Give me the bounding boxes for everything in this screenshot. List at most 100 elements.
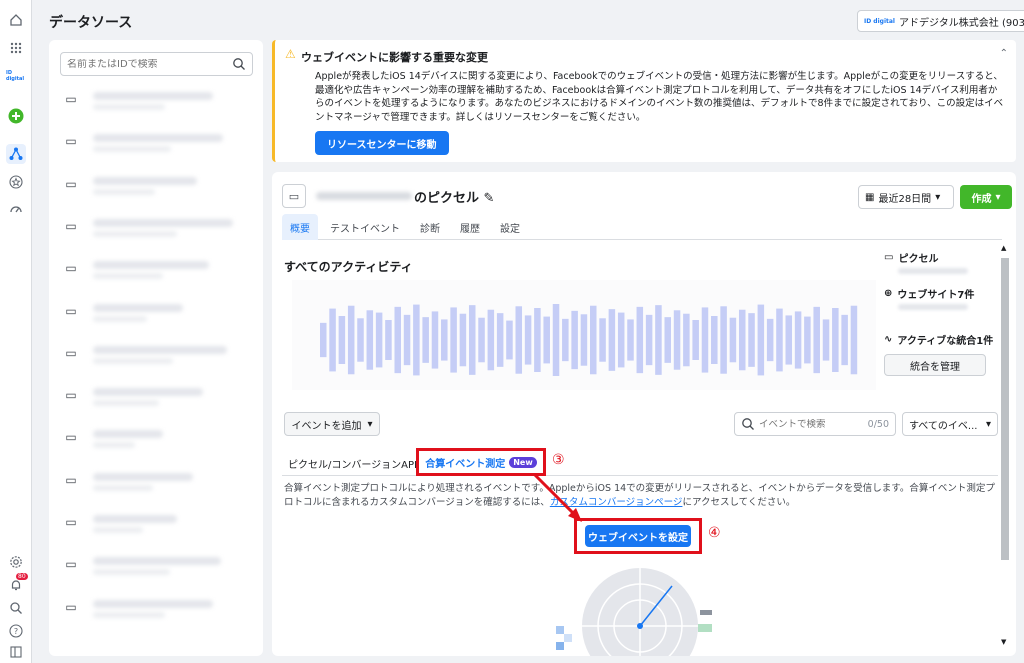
activity-bar (552, 304, 560, 376)
activity-bar (496, 313, 504, 367)
warning-icon: ⚠ (285, 47, 296, 61)
row-id-redacted (93, 442, 135, 449)
data-source-row[interactable]: ▭ (59, 332, 253, 374)
collapse-icon[interactable]: ⌃ (1000, 48, 1008, 59)
events-manager-icon[interactable] (6, 144, 26, 164)
scrollbar-thumb[interactable] (1001, 258, 1009, 560)
data-source-search-input[interactable] (67, 58, 232, 70)
tab-aggregated-event-measurement[interactable]: 合算イベント測定 New (416, 448, 546, 476)
activity-bar (738, 309, 746, 371)
gauge-icon[interactable] (6, 200, 26, 220)
data-source-row[interactable]: ▭ (59, 120, 253, 162)
caret-down-icon: ▾ (985, 418, 991, 430)
row-name-redacted (93, 303, 183, 312)
activity-bar (794, 311, 802, 369)
star-icon[interactable] (6, 172, 26, 192)
account-name: アドデジタル株式会社 (9035503... (898, 17, 1024, 29)
add-event-button[interactable]: イベントを追加 ▾ (284, 412, 380, 436)
activity-bar (329, 308, 336, 372)
tab-overview[interactable]: 概要 (282, 214, 318, 240)
date-range-selector[interactable]: ▦ 最近28日間 ▾ (858, 185, 954, 209)
tab-diagnostics[interactable]: 診断 (412, 214, 448, 240)
pixel-name-redacted (316, 192, 412, 200)
notice-body: Appleが発表したiOS 14デバイスに関する変更により、Facebookでの… (315, 71, 1004, 123)
data-source-row[interactable]: ▭ (59, 247, 253, 289)
row-id-redacted (93, 400, 159, 407)
pixel-info-row: ▭ ピクセル (884, 252, 939, 265)
activity-bar (422, 317, 429, 363)
activity-bar (450, 307, 457, 373)
scroll-down-icon[interactable]: ▼ (1001, 638, 1006, 646)
create-button[interactable]: 作成 ▾ (960, 185, 1012, 209)
activity-bar (636, 306, 644, 374)
settings-icon[interactable] (6, 552, 26, 572)
monitor-icon: ▭ (65, 599, 77, 614)
data-source-row[interactable]: ▭ (59, 374, 253, 416)
help-icon[interactable]: ? (6, 621, 26, 641)
setup-web-events-button[interactable]: ウェブイベントを設定 (585, 525, 691, 547)
activity-title: すべてのアクティビティ (284, 260, 413, 274)
data-source-row[interactable]: ▭ (59, 416, 253, 458)
row-name-redacted (93, 599, 213, 608)
row-name-redacted (93, 430, 163, 439)
data-source-row[interactable]: ▭ (59, 586, 253, 628)
activity-bar (617, 312, 625, 368)
data-source-row[interactable]: ▭ (59, 501, 253, 543)
data-source-row[interactable]: ▭ (59, 290, 253, 332)
activity-bar (711, 316, 718, 364)
activity-bar (524, 315, 532, 365)
activity-bar (487, 309, 495, 371)
activity-bar (357, 318, 364, 362)
event-search-count: 0/50 (867, 418, 889, 430)
search-icon[interactable] (6, 598, 26, 618)
home-icon[interactable] (6, 10, 26, 30)
data-source-row[interactable]: ▭ (59, 459, 253, 501)
edit-pencil-icon[interactable]: ✎ (484, 191, 495, 206)
apps-grid-icon[interactable] (6, 38, 26, 58)
scroll-up-icon[interactable]: ▲ (1001, 244, 1006, 252)
data-source-row[interactable]: ▭ (59, 78, 253, 120)
data-source-search[interactable] (60, 52, 253, 76)
brand-logo: ID digital (6, 70, 25, 82)
notice-title: ウェブイベントに影響する重要な変更 (301, 51, 488, 64)
row-id-redacted (93, 315, 147, 322)
data-source-row[interactable]: ▭ (59, 543, 253, 585)
activity-bar (822, 319, 830, 361)
activity-bar (320, 322, 327, 358)
monitor-icon: ▭ (65, 261, 77, 276)
create-plus-icon[interactable] (6, 106, 26, 126)
new-badge: New (509, 456, 537, 468)
row-id-redacted (93, 527, 144, 533)
tab-test-events[interactable]: テストイベント (322, 214, 408, 240)
row-name-redacted (93, 388, 203, 397)
event-filter-select[interactable]: すべてのイベ... ▾ (902, 412, 998, 436)
activity-bar (515, 306, 523, 374)
event-search-input[interactable] (759, 418, 864, 430)
event-search[interactable]: 0/50 (734, 412, 896, 436)
resource-center-button[interactable]: リソースセンターに移動 (315, 131, 449, 155)
page-title: データソース (49, 15, 133, 31)
notifications-icon[interactable]: 80 (6, 573, 28, 595)
ios14-notice: ⚠ ウェブイベントに影響する重要な変更 ⌃ Appleが発表したiOS 14デバ… (272, 40, 1016, 162)
monitor-icon: ▭ (65, 515, 77, 529)
scrollbar[interactable]: ▲ ▼ (1000, 244, 1010, 652)
row-id-redacted (93, 104, 165, 110)
svg-text:?: ? (14, 627, 18, 636)
tab-pixel-conversion-api[interactable]: ピクセル/コンバージョンAPI (288, 456, 417, 471)
data-source-row[interactable]: ▭ (59, 205, 253, 247)
header: データソース ID digital アドデジタル株式会社 (9035503...… (33, 0, 1024, 40)
tab-settings[interactable]: 設定 (492, 214, 528, 240)
radar-illustration (556, 568, 712, 656)
activity-pulse-icon: ∿ (884, 334, 893, 345)
account-selector[interactable]: ID digital アドデジタル株式会社 (9035503... ▾ (857, 10, 1024, 32)
activity-bar (655, 305, 662, 375)
tab-history[interactable]: 履歴 (452, 214, 488, 240)
data-source-row[interactable]: ▭ (59, 163, 253, 205)
custom-conversion-link[interactable]: カスタムコンバージョンページ (550, 497, 683, 508)
activity-bar (403, 314, 411, 366)
activity-bar (338, 316, 346, 364)
manage-integrations-button[interactable]: 統合を管理 (884, 354, 986, 376)
left-rail: ID digital 80 ? (0, 0, 32, 663)
activity-bar (366, 310, 374, 370)
panel-toggle-icon[interactable] (6, 642, 26, 662)
